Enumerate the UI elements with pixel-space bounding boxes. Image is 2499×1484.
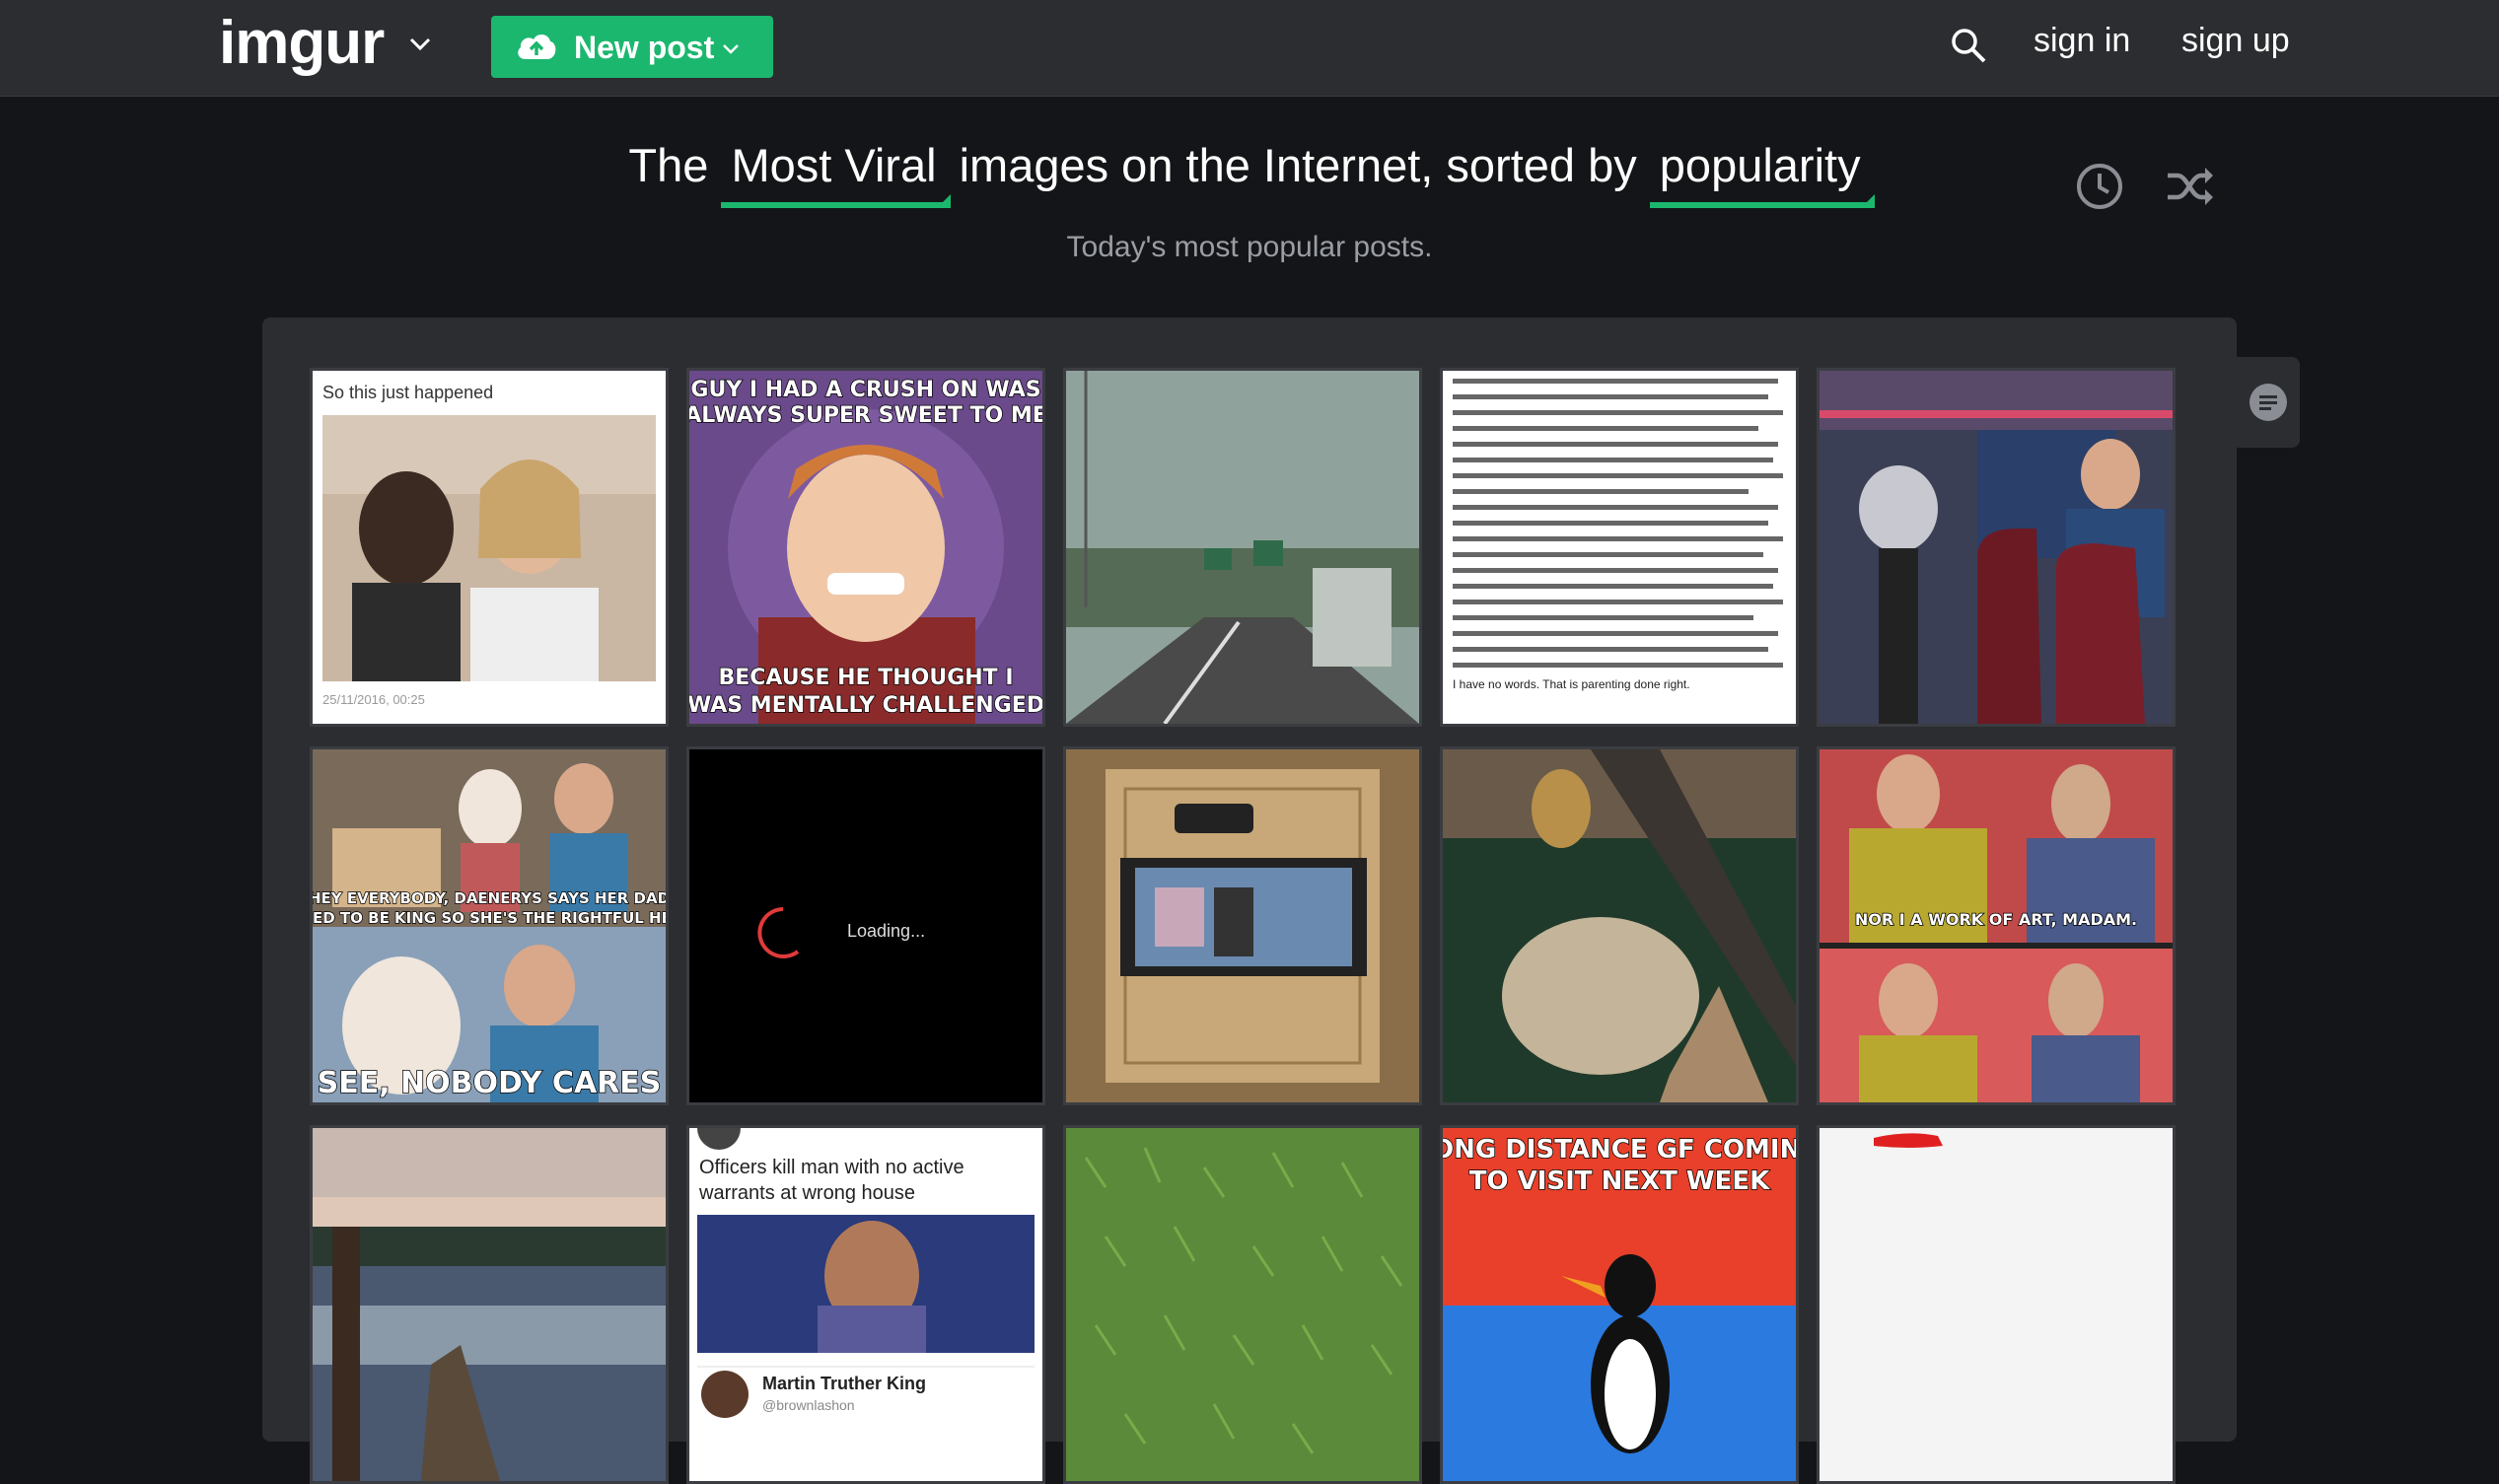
gallery-post[interactable]: Officers kill man with no active warrant… xyxy=(686,1125,1045,1484)
post-thumbnail: NOR I A WORK OF ART, MADAM. xyxy=(1820,749,2173,1102)
post-author: Martin Truther King xyxy=(762,1374,926,1393)
comments-side-tab[interactable] xyxy=(2237,357,2300,448)
gallery-post[interactable] xyxy=(310,1125,669,1484)
post-thumbnail: So this just happened 25/11/2016, 00:25 xyxy=(313,371,666,724)
imgur-logo[interactable]: imgur xyxy=(219,8,385,78)
clock-icon[interactable] xyxy=(2075,162,2124,211)
gallery-post[interactable] xyxy=(1063,1125,1422,1484)
shuffle-icon[interactable] xyxy=(2164,164,2215,209)
cloud-upload-icon xyxy=(518,34,556,59)
meme-bottom-text: WAS MENTALLY CHALLENGED xyxy=(689,693,1042,718)
meme-top-text: TO VISIT NEXT WEEK xyxy=(1469,1166,1770,1196)
post-headline: Officers kill man with no active xyxy=(699,1157,964,1178)
heading-middle: images on the Internet, sorted by xyxy=(959,139,1637,191)
meme-bottom-text: SEE, NOBODY CARES xyxy=(318,1066,662,1100)
post-thumbnail: LONG DISTANCE GF COMING TO VISIT NEXT WE… xyxy=(1443,1128,1796,1481)
sort-label: popularity xyxy=(1659,139,1861,191)
loading-text: Loading... xyxy=(847,921,925,941)
gallery-post[interactable] xyxy=(1063,368,1422,727)
gallery-post[interactable]: Loading... xyxy=(686,746,1045,1105)
post-thumbnail xyxy=(1443,749,1796,1102)
post-caption: NOR I A WORK OF ART, MADAM. xyxy=(1855,910,2137,929)
meme-top-text: LONG DISTANCE GF COMING xyxy=(1443,1135,1796,1165)
top-navigation-bar: imgur New post sign in sign up xyxy=(0,0,2499,97)
post-thumbnail: I have no words. That is parenting done … xyxy=(1443,371,1796,724)
sign-in-link[interactable]: sign in xyxy=(2034,22,2130,60)
post-thumbnail: Loading... xyxy=(689,749,1042,1102)
dropdown-corner-icon xyxy=(936,194,951,208)
gallery-post[interactable] xyxy=(1817,368,2176,727)
gallery-post[interactable] xyxy=(1063,746,1422,1105)
gallery-post[interactable]: GUY I HAD A CRUSH ON WAS ALWAYS SUPER SW… xyxy=(686,368,1045,727)
gallery-post[interactable] xyxy=(1817,1125,2176,1484)
post-thumbnail xyxy=(313,1128,666,1481)
post-thumbnail: GUY I HAD A CRUSH ON WAS ALWAYS SUPER SW… xyxy=(689,371,1042,724)
post-thumbnail xyxy=(1066,749,1419,1102)
gallery-post[interactable]: NOR I A WORK OF ART, MADAM. xyxy=(1817,746,2176,1105)
meme-bottom-text: BECAUSE HE THOUGHT I xyxy=(718,666,1013,690)
section-label: Most Viral xyxy=(731,139,937,191)
meme-top-text: GUY I HAD A CRUSH ON WAS xyxy=(690,378,1040,402)
meme-top-text: HEY EVERYBODY, DAENERYS SAYS HER DAD xyxy=(313,889,666,907)
meme-top-text: ALWAYS SUPER SWEET TO ME xyxy=(689,403,1042,428)
post-caption: So this just happened xyxy=(322,383,493,402)
sort-dropdown[interactable]: popularity xyxy=(1649,138,1875,208)
new-post-label: New post xyxy=(574,30,715,65)
section-dropdown[interactable]: Most Viral xyxy=(721,138,951,208)
post-headline: warrants at wrong house xyxy=(698,1182,915,1204)
chevron-down-icon xyxy=(723,44,739,54)
post-footer: 25/11/2016, 00:25 xyxy=(322,692,425,707)
post-thumbnail xyxy=(1066,1128,1419,1481)
post-thumbnail xyxy=(1820,1128,2173,1481)
search-icon[interactable] xyxy=(1949,26,1988,65)
post-thumbnail: Officers kill man with no active warrant… xyxy=(689,1128,1042,1481)
new-post-button[interactable]: New post xyxy=(491,16,773,78)
post-thumbnail xyxy=(1066,371,1419,724)
gallery-post[interactable]: I have no words. That is parenting done … xyxy=(1440,368,1799,727)
post-handle: @brownlashon xyxy=(762,1397,855,1413)
heading-prefix: The xyxy=(628,139,709,191)
gallery-post[interactable]: LONG DISTANCE GF COMING TO VISIT NEXT WE… xyxy=(1440,1125,1799,1484)
meme-top-text: USED TO BE KING SO SHE'S THE RIGHTFUL HE… xyxy=(313,909,666,927)
dropdown-corner-icon xyxy=(1860,194,1875,208)
gallery-post[interactable] xyxy=(1440,746,1799,1105)
gallery-post[interactable]: HEY EVERYBODY, DAENERYS SAYS HER DAD USE… xyxy=(310,746,669,1105)
post-thumbnail xyxy=(1820,371,2173,724)
gallery-post[interactable]: So this just happened 25/11/2016, 00:25 xyxy=(310,368,669,727)
comment-icon xyxy=(2249,384,2287,421)
post-last-line: I have no words. That is parenting done … xyxy=(1453,677,1690,691)
chevron-down-icon[interactable] xyxy=(406,30,434,57)
page-subtitle: Today's most popular posts. xyxy=(1066,231,1433,263)
post-thumbnail: HEY EVERYBODY, DAENERYS SAYS HER DAD USE… xyxy=(313,749,666,1102)
sign-up-link[interactable]: sign up xyxy=(2181,22,2290,60)
